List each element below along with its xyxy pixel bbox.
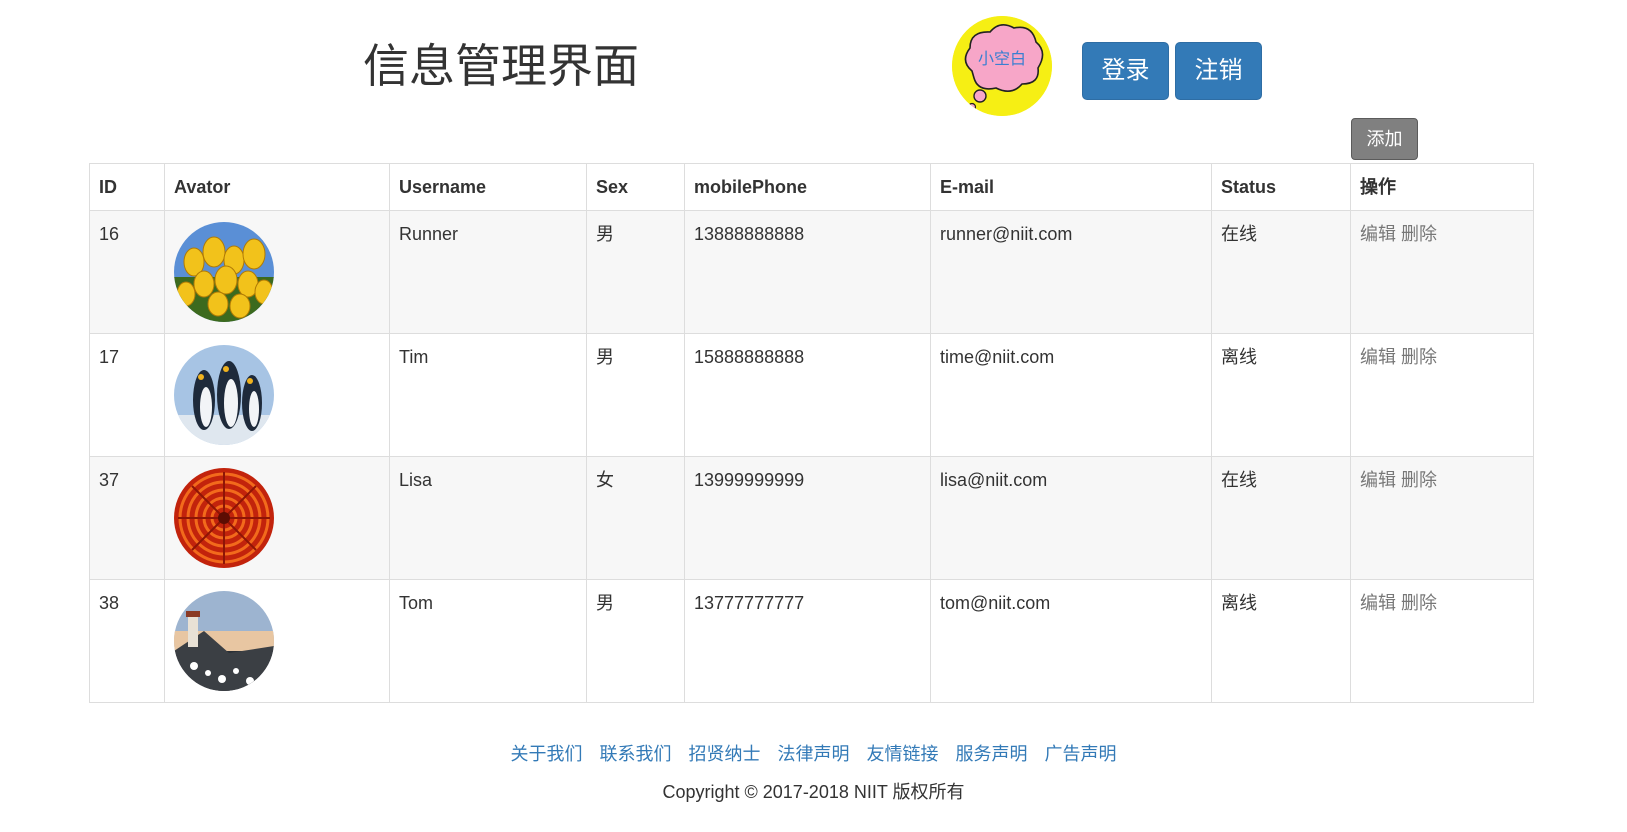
edit-link[interactable]: 编辑 [1360, 470, 1396, 490]
footer-link-careers[interactable]: 招贤纳士 [688, 744, 760, 764]
cell-status: 离线 [1211, 333, 1351, 457]
cell-mobile-phone: 15888888888 [684, 333, 931, 457]
cell-actions: 编辑 删除 [1350, 210, 1534, 334]
cell-status: 在线 [1211, 210, 1351, 334]
avatar-lighthouse-image [174, 591, 274, 691]
user-table: ID Avator Username Sex mobilePhone E-mai… [89, 163, 1534, 703]
column-header-status: Status [1211, 163, 1351, 211]
footer-link-ads[interactable]: 广告声明 [1045, 744, 1117, 764]
footer-link-service[interactable]: 服务声明 [956, 744, 1028, 764]
footer-link-contact[interactable]: 联系我们 [599, 744, 671, 764]
add-button[interactable]: 添加 [1351, 118, 1418, 160]
footer-links: 关于我们 联系我们 招贤纳士 法律声明 友情链接 服务声明 广告声明 [0, 740, 1627, 766]
column-header-mobile-phone: mobilePhone [684, 163, 931, 211]
logout-button[interactable]: 注销 [1175, 42, 1262, 100]
logo-text: 小空白 [978, 49, 1026, 68]
avatar-penguins-image [174, 345, 274, 445]
cell-sex: 男 [586, 579, 685, 703]
cell-id: 17 [89, 333, 165, 457]
column-header-sex: Sex [586, 163, 685, 211]
cell-id: 38 [89, 579, 165, 703]
edit-link[interactable]: 编辑 [1360, 593, 1396, 613]
cell-id: 37 [89, 456, 165, 580]
delete-link[interactable]: 删除 [1401, 224, 1437, 244]
cell-username: Runner [389, 210, 587, 334]
logo-image: 小空白 [952, 16, 1052, 116]
footer-link-friends[interactable]: 友情链接 [867, 744, 939, 764]
cell-mobile-phone: 13888888888 [684, 210, 931, 334]
footer-link-about[interactable]: 关于我们 [510, 744, 582, 764]
cell-mobile-phone: 13999999999 [684, 456, 931, 580]
copyright-text: Copyright © 2017-2018 NIIT 版权所有 [662, 782, 965, 802]
delete-link[interactable]: 删除 [1401, 593, 1437, 613]
column-header-id: ID [89, 163, 165, 211]
footer-link-legal[interactable]: 法律声明 [778, 744, 850, 764]
delete-link[interactable]: 删除 [1401, 470, 1437, 490]
table-row: 37 Lisa 女 13999999999 lisa@niit.com 在线 编… [89, 456, 1534, 580]
cell-actions: 编辑 删除 [1350, 456, 1534, 580]
cell-id: 16 [89, 210, 165, 334]
edit-link[interactable]: 编辑 [1360, 347, 1396, 367]
cell-username: Tom [389, 579, 587, 703]
cell-email: time@niit.com [930, 333, 1212, 457]
cell-mobile-phone: 13777777777 [684, 579, 931, 703]
cell-status: 离线 [1211, 579, 1351, 703]
cell-email: lisa@niit.com [930, 456, 1212, 580]
cell-actions: 编辑 删除 [1350, 579, 1534, 703]
cell-sex: 男 [586, 210, 685, 334]
avatar-tulips-image [174, 222, 274, 322]
cell-username: Lisa [389, 456, 587, 580]
cell-email: tom@niit.com [930, 579, 1212, 703]
cell-username: Tim [389, 333, 587, 457]
column-header-email: E-mail [930, 163, 1212, 211]
table-header-row: ID Avator Username Sex mobilePhone E-mai… [89, 163, 1534, 211]
cell-sex: 女 [586, 456, 685, 580]
column-header-username: Username [389, 163, 587, 211]
cell-status: 在线 [1211, 456, 1351, 580]
column-header-actions: 操作 [1350, 163, 1534, 211]
table-row: 16 Runner 男 13888888888 runner@niit.com … [89, 210, 1534, 334]
cell-email: runner@niit.com [930, 210, 1212, 334]
edit-link[interactable]: 编辑 [1360, 224, 1396, 244]
table-row: 17 Tim 男 15888888888 time@niit.com 离线 编辑… [89, 333, 1534, 457]
page-title: 信息管理界面 [363, 40, 639, 92]
login-button[interactable]: 登录 [1082, 42, 1169, 100]
cell-sex: 男 [586, 333, 685, 457]
table-row: 38 Tom 男 13777777777 tom@niit.com 离线 编辑 … [89, 579, 1534, 703]
delete-link[interactable]: 删除 [1401, 347, 1437, 367]
avatar-chrysanthemum-image [174, 468, 274, 568]
cell-actions: 编辑 删除 [1350, 333, 1534, 457]
column-header-avatar: Avator [164, 163, 390, 211]
